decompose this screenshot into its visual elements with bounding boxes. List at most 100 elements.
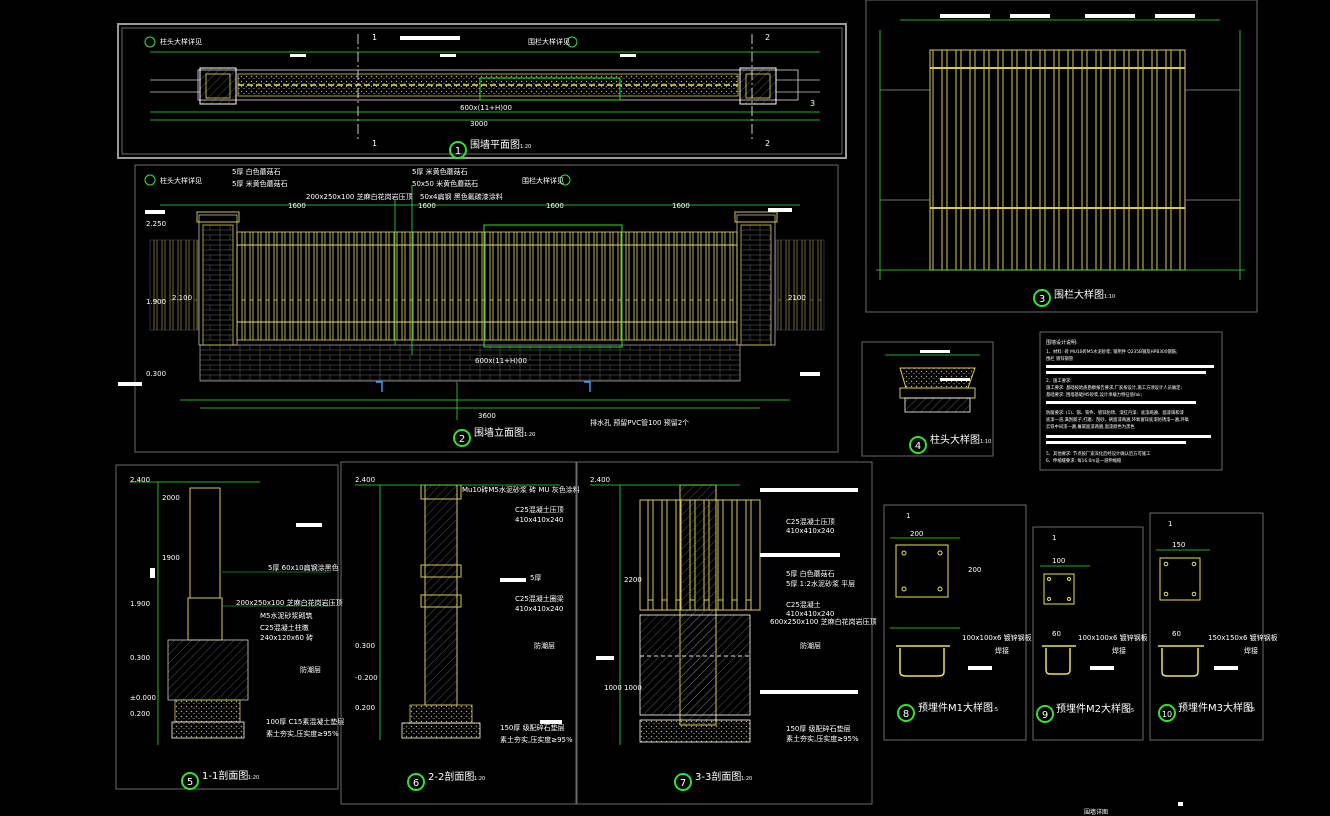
s3-n8: 防潮层 bbox=[800, 641, 821, 650]
s1-d2: 1900 bbox=[162, 554, 180, 562]
elev-scale: 1:20 bbox=[524, 432, 535, 438]
m3-dim2: 60 bbox=[1172, 630, 1181, 638]
s2-e2: -0.200 bbox=[355, 674, 378, 682]
s1-n1: 5厚 60x10扁钢涂黑色 bbox=[268, 563, 339, 572]
s3-title-num: 7 bbox=[680, 778, 686, 789]
m2-title: 预埋件M2大样图 bbox=[1056, 702, 1131, 715]
m3-title: 预埋件M3大样图 bbox=[1178, 701, 1253, 714]
s1-e1: 1.900 bbox=[130, 600, 150, 608]
m2-dim2: 60 bbox=[1052, 630, 1061, 638]
s1-n5: 240x120x60 砖 bbox=[260, 633, 313, 642]
s1-n7: 100厚 C15素混凝土垫层 bbox=[266, 717, 344, 726]
m1-dim1: 200 bbox=[910, 530, 923, 538]
s2-scale: 1:20 bbox=[474, 776, 485, 782]
elev-dim-d: 1600 bbox=[672, 202, 690, 210]
s2-n7: 150厚 级配碎石垫层 bbox=[500, 723, 565, 732]
plan-title: 围墙平面图 bbox=[470, 138, 520, 151]
s2-n0: Mu10砖M5水泥砂浆 砖 MU 灰色涂料 bbox=[462, 485, 580, 494]
s2-e1: 0.300 bbox=[355, 642, 375, 650]
elev-note-3: 5厚 米黄色蘑菇石 bbox=[412, 167, 468, 176]
elev-right-dim: 2100 bbox=[788, 294, 806, 302]
s1-elev-top: 2.400 bbox=[130, 476, 150, 484]
fence-title: 围栏大样图 bbox=[1054, 288, 1104, 301]
s1-e3: ±0.000 bbox=[130, 694, 156, 702]
design-notes: 围墙设计说明: 1、材料: 砖 MU10砖M5水泥砂浆; 钢用件 Q235B钢及… bbox=[1039, 331, 1223, 471]
view-elevation: 柱头大样详见 围栏大样详见 5厚 白色蘑菇石 5厚 米黄色蘑菇石 5厚 米黄色蘑… bbox=[118, 164, 839, 453]
m3-dim1: 150 bbox=[1172, 541, 1185, 549]
s3-n10: 素土夯实,压实度≥95% bbox=[786, 734, 859, 743]
s3-n6: 410x410x240 bbox=[786, 610, 834, 618]
view-embed-m3: 150 60 150x150x6 镀锌钢板 焊接 1 10 预埋件M3大样图 1… bbox=[1149, 512, 1278, 741]
s1-e4: 0.200 bbox=[130, 710, 150, 718]
elev-note-2: 5厚 米黄色蘑菇石 bbox=[232, 179, 288, 188]
footer-caption: 围墙详图 bbox=[1084, 808, 1108, 816]
elev-title-num: 2 bbox=[459, 434, 465, 445]
elev-dim-c: 1600 bbox=[546, 202, 564, 210]
plan-sec-1a: 1 bbox=[372, 33, 377, 42]
plan-sec-1b: 1 bbox=[372, 139, 377, 148]
s1-n8: 素土夯实,压实度≥95% bbox=[266, 729, 339, 738]
fence-scale: 1:10 bbox=[1104, 294, 1115, 300]
view-embed-m1: 200 200 100x100x6 镀锌钢板 焊接 1 8 预埋件M1大样图 1… bbox=[883, 504, 1032, 741]
plan-sec-2a: 2 bbox=[765, 33, 770, 42]
cad-drawing-canvas[interactable]: 1 1 2 2 3 柱头大样详见 围栏大样详见 600x(11+H)00 300… bbox=[0, 0, 1330, 816]
view-fence-detail: 3 围栏大样图 1:10 bbox=[865, 0, 1258, 313]
s3-n7: 600x250x100 芝麻白花岗岩压顶 bbox=[770, 617, 877, 626]
elev-title: 围墙立面图 bbox=[474, 426, 524, 439]
cap-scale: 1:10 bbox=[980, 439, 991, 445]
s1-scale: 1:20 bbox=[248, 775, 259, 781]
s1-e2: 0.300 bbox=[130, 654, 150, 662]
elev-label-fence: 围栏大样详见 bbox=[522, 176, 564, 185]
plan-title-num: 1 bbox=[455, 146, 461, 157]
m1-n3: 1 bbox=[906, 512, 910, 520]
notes-l2: 围栏 镀锌钢管 bbox=[1046, 355, 1074, 362]
elev-note-4: 50x50 米黄色蘑菇石 bbox=[412, 179, 478, 188]
m2-title-num: 9 bbox=[1042, 710, 1048, 721]
m2-n1: 100x100x6 镀锌钢板 bbox=[1078, 633, 1148, 642]
s1-n4: C25混凝土柱墩 bbox=[260, 623, 309, 632]
s2-n5: 5厚 bbox=[530, 574, 541, 582]
s3-scale: 1:20 bbox=[741, 776, 752, 782]
m1-scale: 1:5 bbox=[990, 707, 998, 713]
s2-n2: 410x410x240 bbox=[515, 516, 563, 524]
m1-n1: 100x100x6 镀锌钢板 bbox=[962, 633, 1032, 642]
cap-title-num: 4 bbox=[915, 441, 921, 452]
elev-label-pillar: 柱头大样详见 bbox=[160, 176, 202, 185]
plan-scale: 1:20 bbox=[520, 144, 531, 150]
notes-l1: 1、材料: 砖 MU10砖M5水泥砂浆; 钢用件 Q235B钢及HPB300钢筋… bbox=[1046, 348, 1178, 355]
plan-sec-2b: 2 bbox=[765, 139, 770, 148]
notes-l6: 防腐要求: (1)、钢、铁件、镀锌防锈、漆红丹漆、底漆两遍、面漆调和漆 bbox=[1046, 409, 1185, 416]
elev-note-1: 5厚 白色蘑菇石 bbox=[232, 167, 281, 176]
s2-n3: C25混凝土圈梁 bbox=[515, 594, 564, 603]
plan-dim-side: 3000 bbox=[470, 120, 488, 128]
plan-label-pillar: 柱头大样详见 bbox=[160, 37, 202, 46]
s2-e3: 0.200 bbox=[355, 704, 375, 712]
s1-d1: 2000 bbox=[162, 494, 180, 502]
elev-note-5: 200x250x100 芝麻白花岗岩压顶 bbox=[306, 192, 413, 201]
m1-title-num: 8 bbox=[903, 709, 909, 720]
m3-title-num: 10 bbox=[1162, 710, 1172, 719]
footer-mark bbox=[1178, 802, 1183, 806]
m3-scale: 1:5 bbox=[1247, 707, 1255, 713]
s2-n1: C25混凝土压顶 bbox=[515, 505, 564, 514]
m2-dim1: 100 bbox=[1052, 557, 1065, 565]
view-section-1: 2.400 1.900 0.300 ±0.000 0.200 5厚 60x10扁… bbox=[115, 464, 344, 790]
plan-label-fence: 围栏大样详见 bbox=[528, 37, 570, 46]
s2-title: 2-2剖面图 bbox=[428, 770, 474, 783]
s2-title-num: 6 bbox=[413, 778, 419, 789]
s3-d3: 1000 bbox=[604, 684, 622, 692]
m2-n2: 焊接 bbox=[1112, 646, 1126, 655]
m1-n2: 焊接 bbox=[995, 646, 1009, 655]
plan-sec-3: 3 bbox=[810, 99, 815, 108]
m3-n1: 150x150x6 镀锌钢板 bbox=[1208, 633, 1278, 642]
notes-l4: 施工要求: 基础按地质勘察报告要求,厂家按设计,施工方须设计人员确定; bbox=[1046, 384, 1182, 391]
elev-left-dim: 2.100 bbox=[172, 294, 192, 302]
s1-n6: 防潮层 bbox=[300, 665, 321, 674]
s2-n6: 防潮层 bbox=[534, 641, 555, 650]
elev-note-6: 50x4扁钢 黑色氟碳漆涂料 bbox=[420, 192, 503, 201]
s1-title-num: 5 bbox=[187, 777, 193, 788]
s2-n4: 410x410x240 bbox=[515, 605, 563, 613]
s3-title: 3-3剖面图 bbox=[695, 770, 741, 783]
m1-dim2: 200 bbox=[968, 566, 981, 574]
view-pillar-cap: 4 柱头大样图 1:10 bbox=[861, 341, 994, 457]
